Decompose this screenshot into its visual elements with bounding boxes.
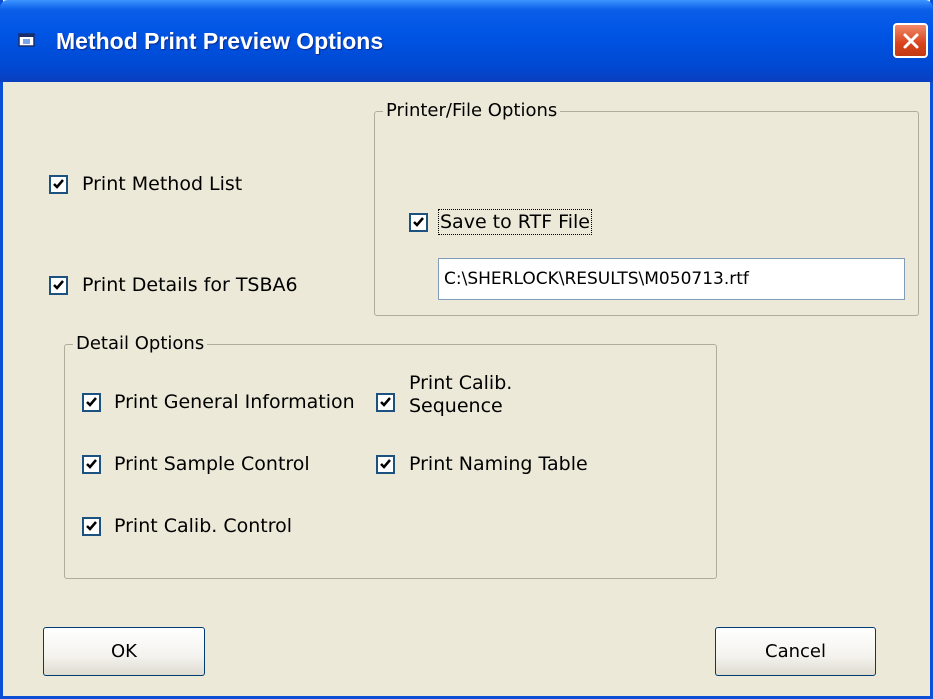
save-to-rtf-checkbox[interactable] <box>409 213 428 232</box>
checkmark-icon <box>413 217 424 227</box>
checkmark-icon <box>380 459 391 469</box>
ok-button[interactable]: OK <box>43 627 205 676</box>
naming-table-label[interactable]: Print Naming Table <box>409 453 588 475</box>
title-bar[interactable]: Method Print Preview Options <box>0 0 933 82</box>
calib-control-checkbox[interactable] <box>82 517 101 536</box>
calib-sequence-label-line1[interactable]: Print Calib. <box>409 372 512 394</box>
print-method-list-checkbox[interactable] <box>49 175 68 194</box>
close-icon <box>903 33 919 49</box>
calib-sequence-label-line2[interactable]: Sequence <box>409 395 503 417</box>
file-path-field[interactable]: C:\SHERLOCK\RESULTS\M050713.rtf <box>438 258 905 300</box>
window-title: Method Print Preview Options <box>56 28 384 54</box>
print-method-list-label[interactable]: Print Method List <box>82 173 242 195</box>
printer-file-options-group: Printer/File Options Save to RTF File C:… <box>374 99 919 316</box>
save-to-rtf-label[interactable]: Save to RTF File <box>438 209 592 235</box>
dialog-content: Print Method List Print Details for TSBA… <box>3 82 930 696</box>
cancel-button[interactable]: Cancel <box>715 627 876 676</box>
checkmark-icon <box>53 280 64 290</box>
print-details-checkbox[interactable] <box>49 276 68 295</box>
naming-table-checkbox[interactable] <box>376 455 395 474</box>
print-details-label[interactable]: Print Details for TSBA6 <box>82 274 298 296</box>
checkmark-icon <box>86 521 97 531</box>
detail-options-title: Detail Options <box>73 332 208 356</box>
dialog-window: Method Print Preview Options Print Metho… <box>0 0 933 699</box>
app-icon <box>18 33 35 47</box>
sample-control-label[interactable]: Print Sample Control <box>114 453 310 475</box>
checkmark-icon <box>86 397 97 407</box>
printer-file-options-title: Printer/File Options <box>383 99 561 123</box>
general-information-label[interactable]: Print General Information <box>114 391 355 413</box>
detail-options-group: Detail Options Print General Information… <box>64 332 717 579</box>
general-information-checkbox[interactable] <box>82 393 101 412</box>
checkmark-icon <box>86 459 97 469</box>
calib-control-label[interactable]: Print Calib. Control <box>114 515 292 537</box>
checkmark-icon <box>380 397 391 407</box>
calib-sequence-checkbox[interactable] <box>376 393 395 412</box>
sample-control-checkbox[interactable] <box>82 455 101 474</box>
close-button[interactable] <box>893 23 928 58</box>
checkmark-icon <box>53 179 64 189</box>
